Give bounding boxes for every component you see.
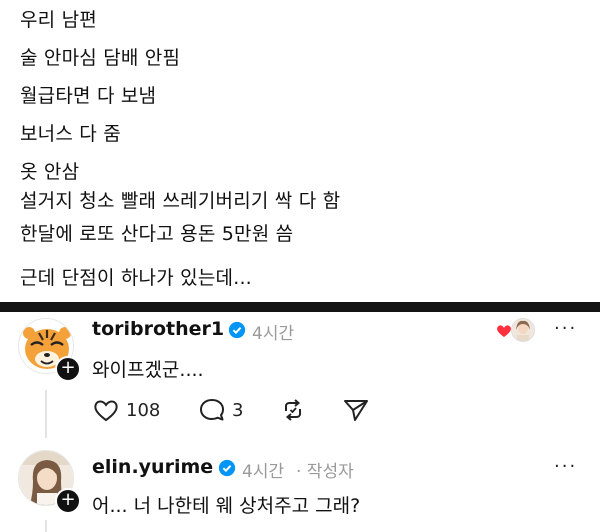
post-line: 보너스 다 줌 (20, 123, 121, 145)
more-options-icon[interactable]: ··· (554, 318, 577, 339)
author-avatar-icon (512, 319, 534, 341)
section-divider (0, 302, 600, 312)
post-line: 근데 단점이 하나가 있는데... (20, 267, 252, 289)
author-tag: · 작성자 (296, 462, 354, 482)
thread-line (45, 520, 47, 532)
more-options-icon[interactable]: ··· (554, 456, 577, 477)
share-button[interactable] (342, 397, 370, 423)
heart-icon (94, 400, 118, 422)
post-line: 옷 안삼 (20, 161, 80, 183)
repost-icon (285, 399, 301, 421)
post-line: 월급타면 다 보냄 (20, 85, 157, 107)
thread-line (45, 390, 47, 438)
speech-bubble-icon (200, 399, 224, 421)
liked-heart-icon (497, 325, 511, 337)
comment-username[interactable]: toribrother1 (92, 318, 224, 340)
like-button[interactable]: 108 (92, 397, 160, 423)
send-icon (344, 400, 368, 421)
reply-button[interactable]: 3 (198, 397, 243, 423)
follow-plus-icon[interactable]: + (55, 488, 81, 514)
author-liked-avatar (511, 318, 535, 342)
repost-button[interactable] (280, 397, 306, 423)
comment-text: 와이프겠군.... (92, 359, 204, 381)
like-count: 108 (126, 399, 161, 421)
verified-badge-icon (228, 321, 246, 339)
reply-count: 3 (232, 399, 244, 421)
post-body: 우리 남편 술 안마심 담배 안핌 월급타면 다 보냄 보너스 다 줌 옷 안삼… (0, 0, 600, 302)
comment-time: 4시간 (242, 462, 285, 482)
post-line: 한달에 로또 산다고 용돈 5만원 씀 (20, 223, 294, 245)
post-line: 우리 남편 (20, 9, 97, 31)
comment-username[interactable]: elin.yurime (92, 456, 213, 478)
comment-text: 어... 너 나한테 웨 상처주고 그래? (92, 495, 361, 517)
comment-time: 4시간 (252, 324, 295, 344)
follow-plus-icon[interactable]: + (55, 356, 81, 382)
verified-badge-icon (218, 459, 236, 477)
post-line: 설거지 청소 빨래 쓰레기버리기 싹 다 함 (20, 190, 341, 212)
post-line: 술 안마심 담배 안핌 (20, 47, 181, 69)
